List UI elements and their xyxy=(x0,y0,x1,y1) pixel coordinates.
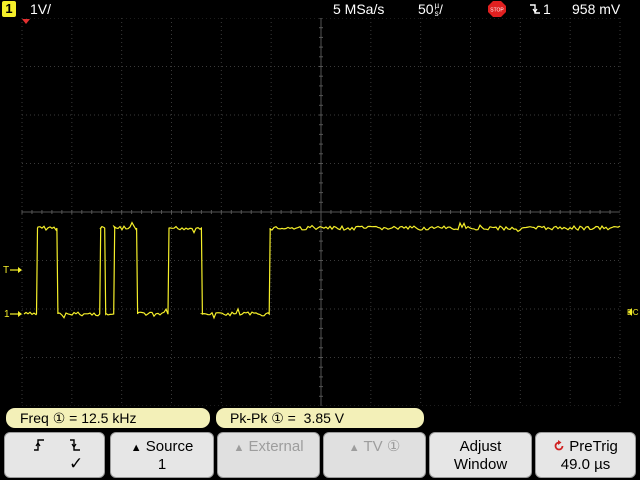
rotate-knob-icon xyxy=(554,440,564,451)
rising-edge-icon xyxy=(34,439,44,451)
stop-label: STOP xyxy=(490,8,504,14)
timebase: 50 µ s / xyxy=(418,1,443,19)
freq-channel: ① xyxy=(52,410,66,426)
external-label: External xyxy=(248,438,304,455)
window-label: Window xyxy=(453,456,508,473)
coupling-label: DC xyxy=(627,308,639,317)
pkpk-label: Pk-Pk xyxy=(230,410,268,426)
pkpk-channel: ① xyxy=(271,410,284,426)
pkpk-unit: V xyxy=(334,410,345,426)
channel-badge[interactable]: 1 xyxy=(2,1,16,17)
right-coupling-marker: DC xyxy=(627,308,639,317)
adjust-window-softkey[interactable]: Adjust Window xyxy=(429,432,532,478)
slope-softkey[interactable]: ✓ xyxy=(4,432,105,478)
softkey-bar: ✓ ▲ Source 1 ▲ External ▲ TV ① Adjust Wi… xyxy=(0,430,640,480)
stop-icon[interactable]: STOP xyxy=(488,1,506,17)
falling-edge-icon xyxy=(530,4,540,14)
freq-label: Freq xyxy=(20,410,49,426)
check-icon: ✓ xyxy=(69,454,84,473)
pretrig-softkey[interactable]: PreTrig 49.0 µs xyxy=(535,432,636,478)
trigger-source: 1 xyxy=(543,1,551,17)
sample-rate: 5 MSa/s xyxy=(333,1,385,17)
measurement-bar: Freq ① = 12.5 kHz Pk-Pk ① = 3.85 V xyxy=(0,406,640,430)
pkpk-measurement[interactable]: Pk-Pk ① = 3.85 V xyxy=(216,408,424,428)
trigger-level-glyph: T xyxy=(3,265,9,276)
falling-edge-icon xyxy=(70,439,80,451)
pretrig-value: 49.0 µs xyxy=(560,456,611,473)
freq-measurement[interactable]: Freq ① = 12.5 kHz xyxy=(6,408,210,428)
source-label: Source xyxy=(145,438,194,455)
ground-channel-label: 1 xyxy=(4,309,10,320)
source-value: 1 xyxy=(157,456,167,473)
up-triangle-icon: ▲ xyxy=(130,442,142,454)
freq-value: 12.5 kHz xyxy=(81,410,137,426)
source-softkey[interactable]: ▲ Source 1 xyxy=(110,432,214,478)
up-triangle-icon: ▲ xyxy=(348,442,360,454)
up-triangle-icon: ▲ xyxy=(233,442,245,454)
external-softkey[interactable]: ▲ External xyxy=(217,432,320,478)
pkpk-value: 3.85 xyxy=(303,410,331,426)
vertical-scale: 1V/ xyxy=(30,1,52,17)
status-bar: 1 1V/ 5 MSa/s 50 µ s / STOP 1 958 mV xyxy=(0,0,640,18)
tv-label: TV xyxy=(363,438,383,455)
trigger-level: 958 mV xyxy=(572,1,621,17)
tv-suffix: ① xyxy=(386,438,401,455)
tv-softkey[interactable]: ▲ TV ① xyxy=(323,432,426,478)
pretrig-label: PreTrig xyxy=(569,438,618,455)
adjust-label: Adjust xyxy=(459,438,502,455)
timebase-value: 50 xyxy=(418,1,434,17)
oscilloscope-display[interactable]: T 1 DC xyxy=(0,18,640,406)
